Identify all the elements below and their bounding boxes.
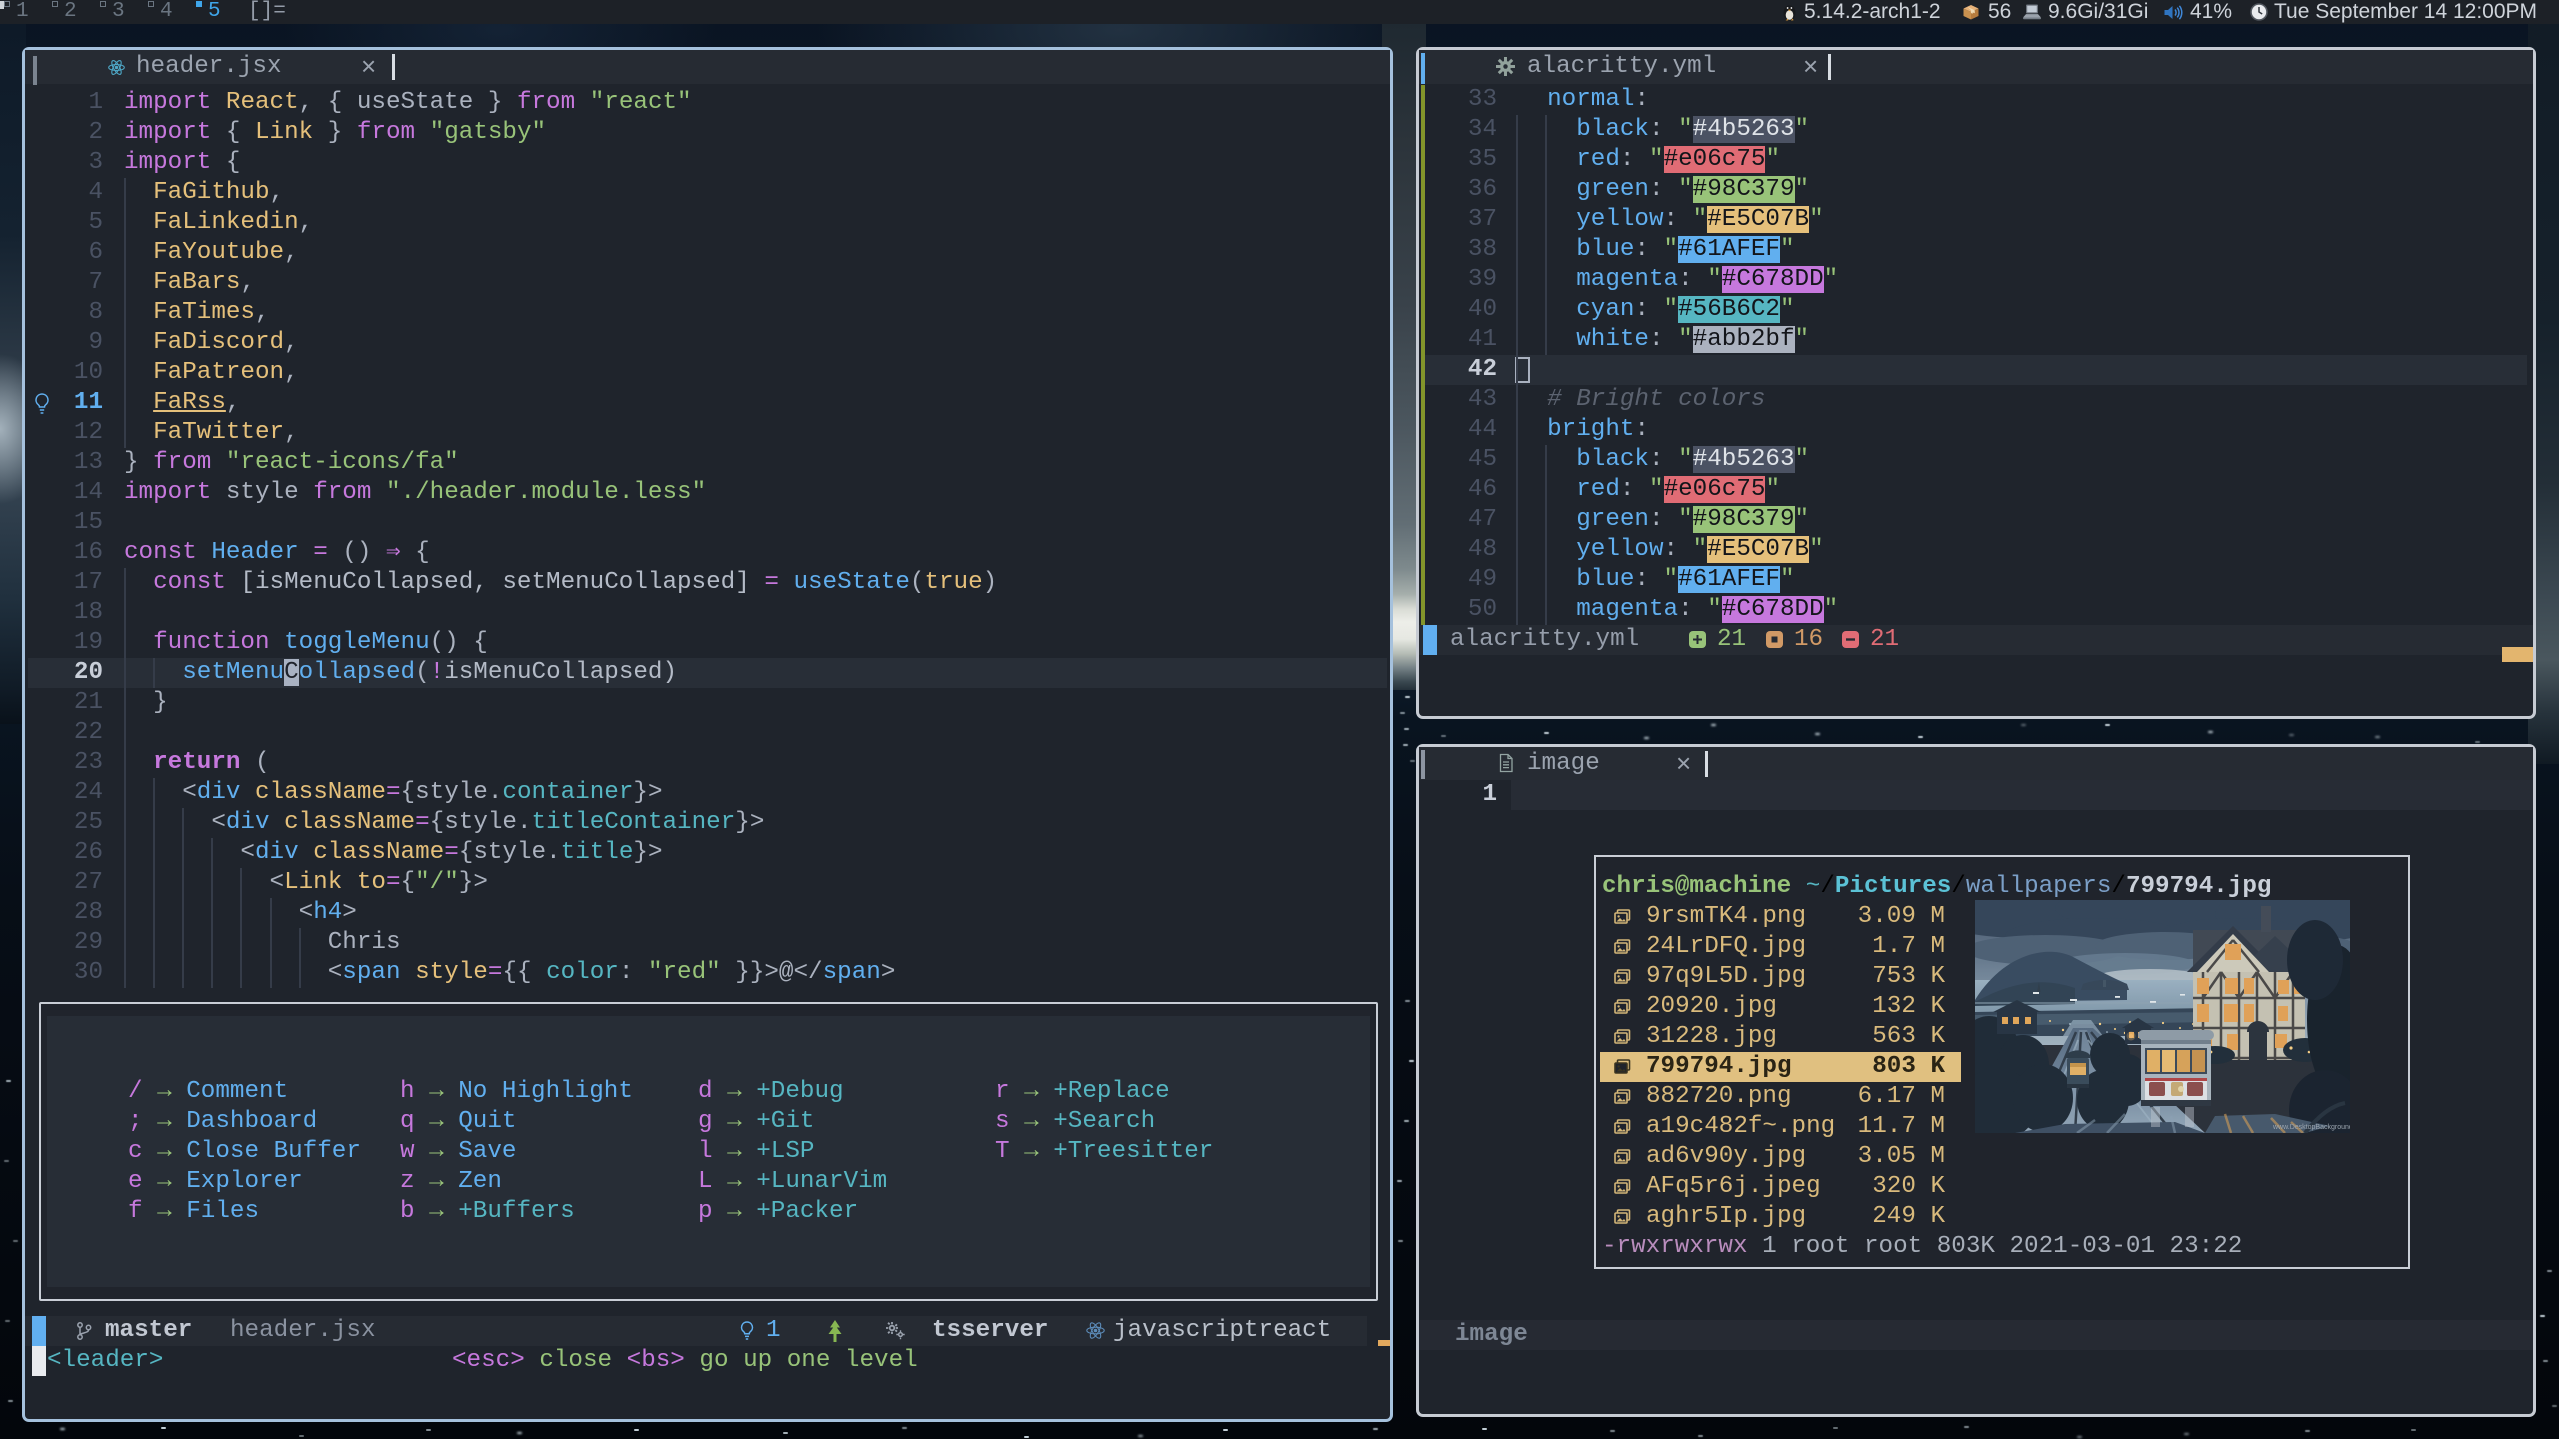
svg-text:www.DesktopBackground.org: www.DesktopBackground.org	[2272, 1124, 2350, 1131]
